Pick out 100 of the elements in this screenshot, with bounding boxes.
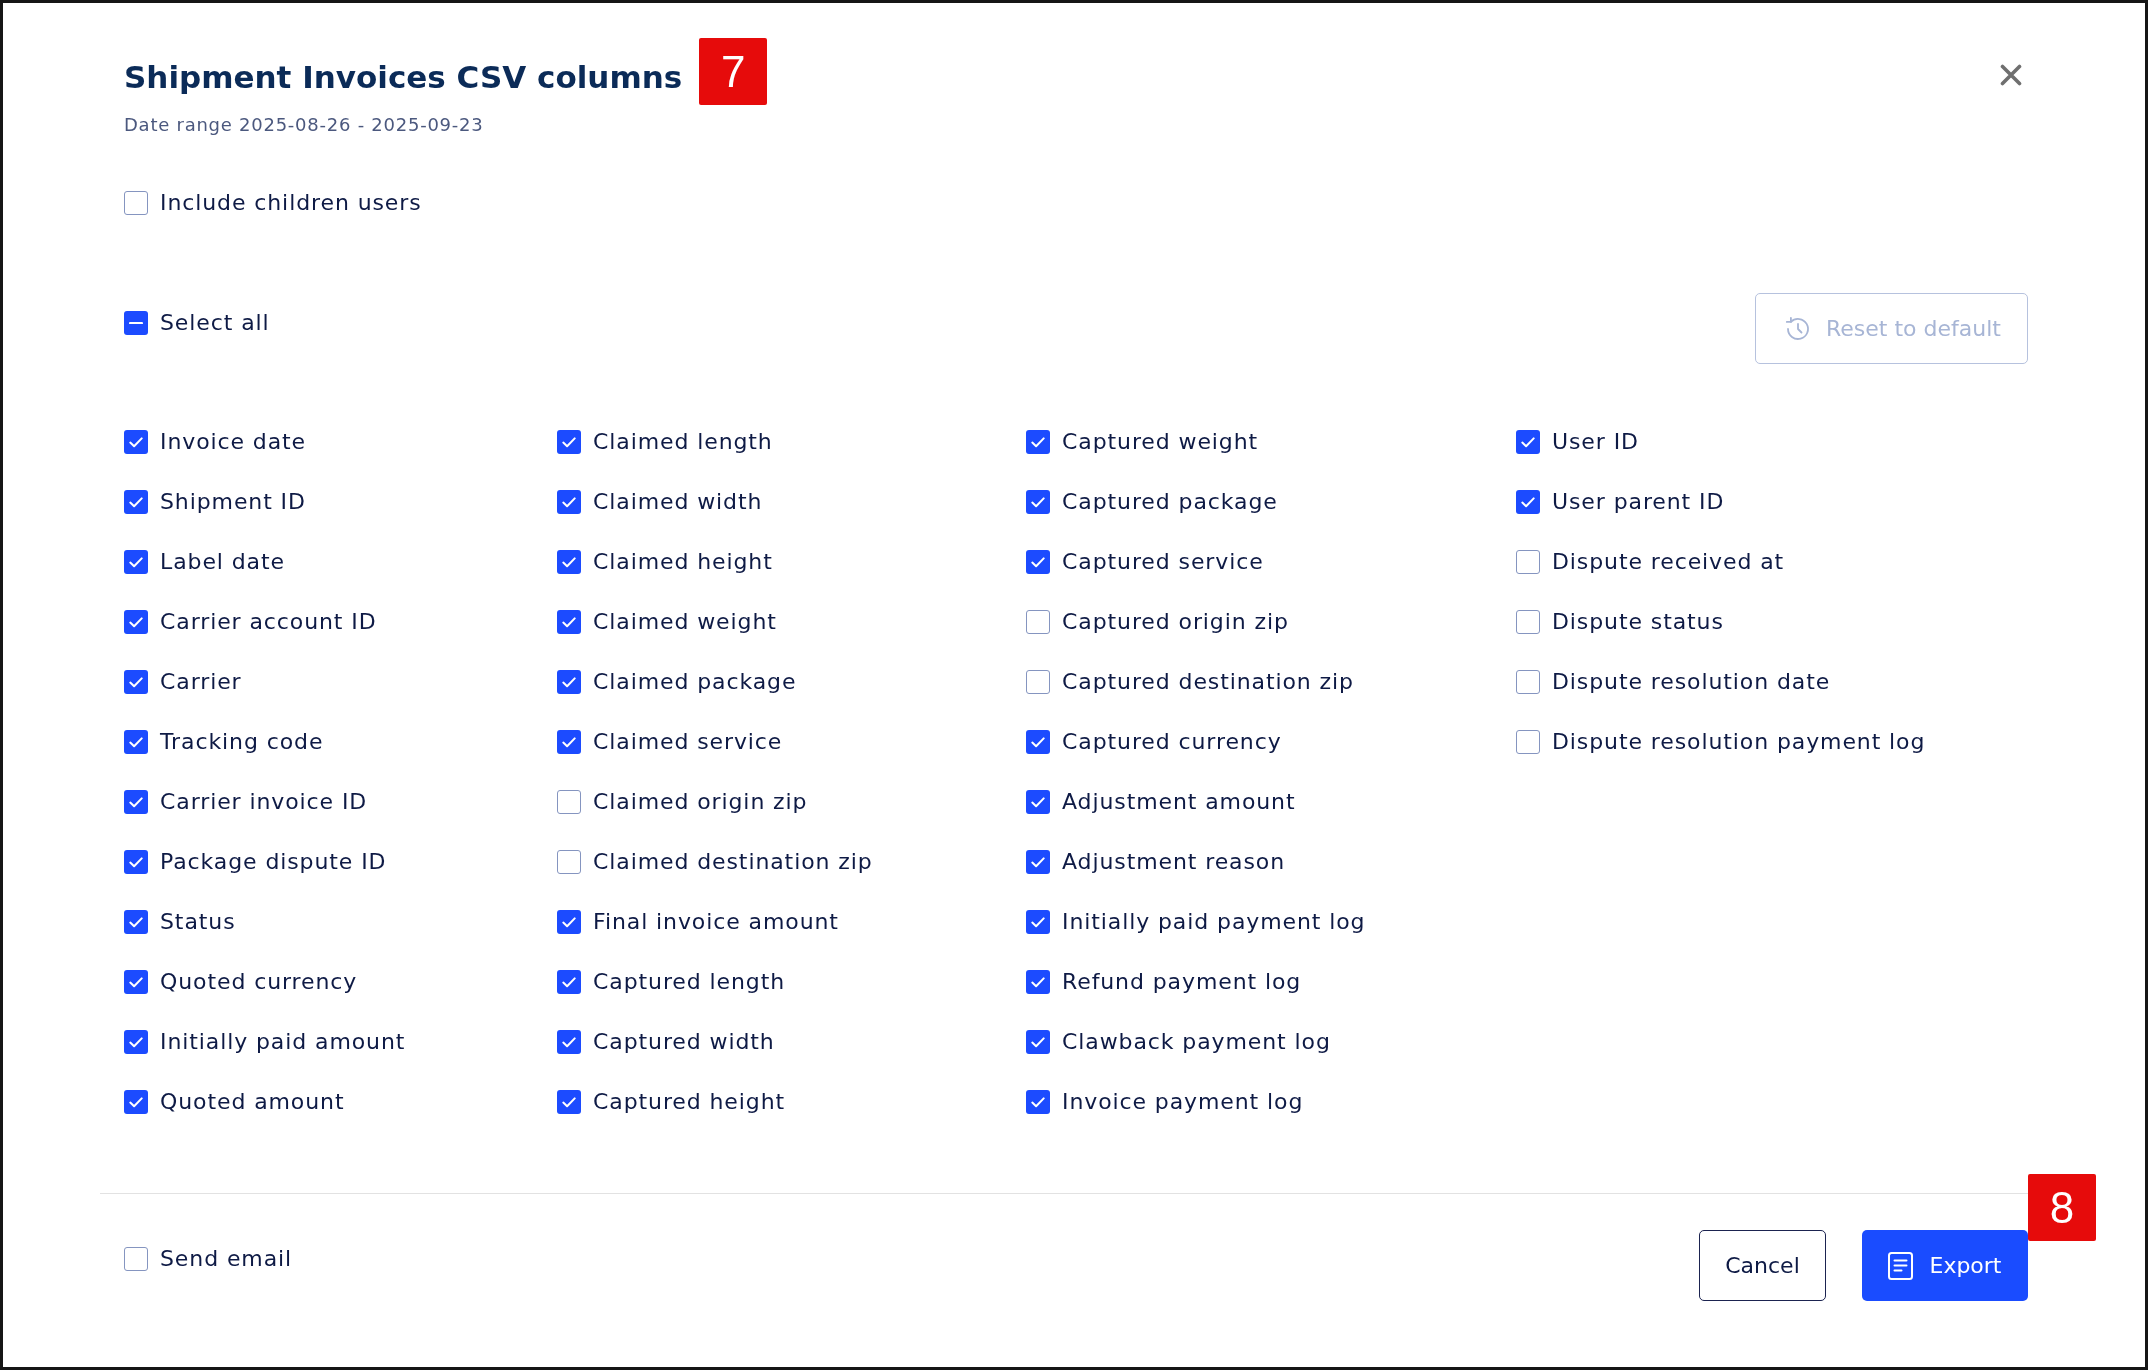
checkbox-label[interactable]: Captured height [593, 1087, 786, 1117]
checkbox-label[interactable]: Initially paid amount [160, 1027, 406, 1057]
checkbox[interactable] [557, 910, 581, 934]
checkbox-label[interactable]: Select all [160, 308, 270, 338]
checkbox-label[interactable]: Clawback payment log [1062, 1027, 1331, 1057]
checkbox-label[interactable]: Claimed width [593, 487, 763, 517]
checkbox-label[interactable]: Carrier invoice ID [160, 787, 368, 817]
checkbox[interactable] [557, 430, 581, 454]
checkbox[interactable] [124, 430, 148, 454]
checkbox-label[interactable]: Dispute resolution date [1552, 667, 1831, 697]
checkbox-label[interactable]: Dispute received at [1552, 547, 1785, 577]
checkbox-label[interactable]: Claimed package [593, 667, 797, 697]
checkbox[interactable] [124, 610, 148, 634]
checkbox-label[interactable]: Package dispute ID [160, 847, 387, 877]
checkbox-label[interactable]: Invoice date [160, 427, 307, 457]
checkbox-label[interactable]: Adjustment amount [1062, 787, 1296, 817]
checkbox-label[interactable]: Claimed height [593, 547, 773, 577]
checkbox-label[interactable]: Captured service [1062, 547, 1264, 577]
checkbox-label[interactable]: Claimed weight [593, 607, 777, 637]
checkbox[interactable] [1026, 970, 1050, 994]
checkbox[interactable] [1026, 910, 1050, 934]
checkbox-label[interactable]: Label date [160, 547, 285, 577]
checkbox-label[interactable]: Quoted currency [160, 967, 358, 997]
checkbox[interactable] [557, 730, 581, 754]
checkbox[interactable] [557, 610, 581, 634]
annotation-marker: 7 [699, 38, 768, 105]
checkbox[interactable] [1026, 1090, 1050, 1114]
checkbox[interactable] [1026, 730, 1050, 754]
checkbox-label[interactable]: Invoice payment log [1062, 1087, 1304, 1117]
checkbox[interactable] [1026, 490, 1050, 514]
checkbox-label[interactable]: Final invoice amount [593, 907, 839, 937]
checkbox[interactable] [124, 910, 148, 934]
close-button[interactable] [2000, 64, 2022, 86]
checkbox[interactable] [124, 1030, 148, 1054]
checkbox-label[interactable]: Status [160, 907, 236, 937]
checkbox-label[interactable]: Claimed destination zip [593, 847, 873, 877]
checkbox-label[interactable]: Initially paid payment log [1062, 907, 1366, 937]
checkbox[interactable] [557, 490, 581, 514]
checkbox[interactable] [124, 790, 148, 814]
checkbox[interactable] [124, 970, 148, 994]
checkmark-icon [562, 556, 576, 568]
checkbox-label[interactable]: Adjustment reason [1062, 847, 1286, 877]
checkbox-label[interactable]: Send email [160, 1244, 293, 1274]
checkbox-label[interactable]: Captured weight [1062, 427, 1259, 457]
checkbox[interactable] [1516, 670, 1540, 694]
checkbox[interactable] [124, 490, 148, 514]
checkbox[interactable] [557, 850, 581, 874]
checkbox[interactable] [557, 670, 581, 694]
checkbox-label[interactable]: Captured length [593, 967, 786, 997]
checkmark-icon [129, 1036, 143, 1048]
checkmark-icon [1031, 736, 1045, 748]
checkbox[interactable] [1516, 490, 1540, 514]
checkmark-icon [129, 436, 143, 448]
checkbox[interactable] [557, 550, 581, 574]
checkbox[interactable] [557, 970, 581, 994]
checkbox-label[interactable]: Dispute resolution payment log [1552, 727, 1926, 757]
checkbox[interactable] [557, 1090, 581, 1114]
checkbox-label[interactable]: Claimed service [593, 727, 783, 757]
checkbox-label[interactable]: Shipment ID [160, 487, 306, 517]
checkbox[interactable] [124, 1090, 148, 1114]
checkbox-label[interactable]: User parent ID [1552, 487, 1725, 517]
checkbox-label[interactable]: Captured currency [1062, 727, 1282, 757]
checkbox[interactable] [1516, 730, 1540, 754]
checkbox[interactable] [1026, 850, 1050, 874]
checkbox[interactable] [1516, 610, 1540, 634]
checkbox-label[interactable]: Carrier account ID [160, 607, 377, 637]
checkbox-label[interactable]: Captured width [593, 1027, 775, 1057]
checkmark-icon [1031, 1036, 1045, 1048]
cancel-button[interactable]: Cancel [1699, 1230, 1826, 1301]
checkbox[interactable] [124, 191, 148, 215]
checkbox[interactable] [1026, 610, 1050, 634]
checkbox[interactable] [1026, 790, 1050, 814]
checkbox-label[interactable]: Captured origin zip [1062, 607, 1289, 637]
checkbox-label[interactable]: Include children users [160, 188, 422, 218]
checkbox[interactable] [1026, 1030, 1050, 1054]
checkbox[interactable] [1516, 550, 1540, 574]
checkbox[interactable] [124, 730, 148, 754]
checkbox[interactable] [124, 850, 148, 874]
checkbox-label[interactable]: User ID [1552, 427, 1639, 457]
checkbox[interactable] [124, 311, 148, 335]
checkbox-label[interactable]: Claimed length [593, 427, 773, 457]
checkmark-icon [129, 616, 143, 628]
export-button[interactable]: Export [1862, 1230, 2028, 1301]
checkbox[interactable] [124, 1247, 148, 1271]
checkbox[interactable] [1026, 670, 1050, 694]
checkbox-label[interactable]: Captured package [1062, 487, 1278, 517]
checkbox-label[interactable]: Carrier [160, 667, 242, 697]
checkbox[interactable] [124, 550, 148, 574]
checkbox[interactable] [124, 670, 148, 694]
checkbox[interactable] [1516, 430, 1540, 454]
checkbox-label[interactable]: Dispute status [1552, 607, 1724, 637]
checkbox-label[interactable]: Refund payment log [1062, 967, 1302, 997]
checkbox[interactable] [1026, 550, 1050, 574]
checkbox-label[interactable]: Tracking code [160, 727, 324, 757]
checkbox-label[interactable]: Claimed origin zip [593, 787, 808, 817]
checkbox[interactable] [557, 790, 581, 814]
checkbox-label[interactable]: Captured destination zip [1062, 667, 1354, 697]
checkbox[interactable] [557, 1030, 581, 1054]
checkbox-label[interactable]: Quoted amount [160, 1087, 345, 1117]
checkbox[interactable] [1026, 430, 1050, 454]
